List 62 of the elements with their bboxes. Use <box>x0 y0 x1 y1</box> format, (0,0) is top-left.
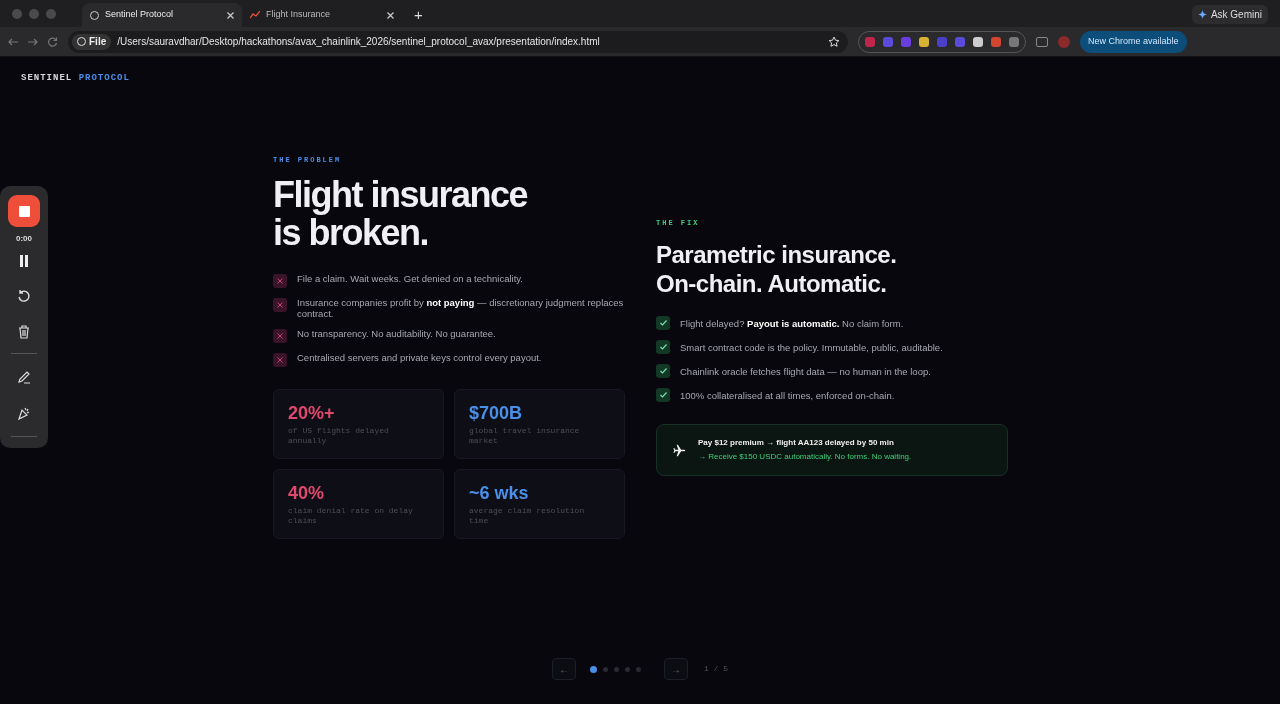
pause-icon[interactable] <box>19 255 29 267</box>
check-icon <box>656 364 670 379</box>
new-tab-button[interactable]: + <box>408 3 429 27</box>
list-text: Insurance companies profit by not paying — discretionary judgment replaces contract. <box>297 296 625 319</box>
back-icon[interactable] <box>8 37 18 46</box>
next-slide-button[interactable]: → <box>664 658 688 680</box>
recording-time: 0:00 <box>16 233 32 245</box>
url-text: /Users/sauravdhar/Desktop/hackathons/avax_chainlink_2026/sentinel_protocol_avax/presentation/index.html <box>117 35 601 49</box>
airplane-icon <box>673 443 686 457</box>
restart-icon[interactable] <box>17 289 31 303</box>
ask-gemini-button[interactable]: Ask Gemini <box>1191 5 1268 24</box>
update-button[interactable]: New Chrome available <box>1080 30 1187 53</box>
list-text: Centralised servers and private keys control every payout. <box>297 351 542 363</box>
check-icon <box>656 316 670 331</box>
window-control[interactable] <box>12 8 22 19</box>
previous-slide-button[interactable]: ← <box>552 658 576 680</box>
browser-tab[interactable]: Flight Insurance <box>242 3 402 27</box>
stat-value: 20%+ <box>288 402 335 423</box>
stat-value: ~6 wks <box>469 482 529 503</box>
check-icon <box>656 340 670 355</box>
list-text: Smart contract code is the policy. Immutable, public, auditable. <box>680 341 943 353</box>
example-text: Pay $12 premium → flight AA123 delayed by 50 min <box>698 437 895 450</box>
tab-title: Flight Insurance <box>266 8 332 22</box>
check-icon <box>656 388 670 403</box>
stop-button[interactable] <box>8 195 40 227</box>
cross-icon <box>273 273 287 288</box>
bookmark-star-icon[interactable] <box>828 35 840 48</box>
close-tab-icon[interactable] <box>227 11 234 19</box>
stat-value: 40% <box>288 482 325 503</box>
site-info-badge[interactable]: File <box>72 33 112 50</box>
extension-icon[interactable] <box>973 36 983 47</box>
list-text: No transparency. No auditability. No guarantee. <box>297 327 496 339</box>
slide-title: Flight insurance is broken. <box>273 175 529 252</box>
party-popper-icon[interactable] <box>17 406 31 420</box>
slide-title: Parametric insurance. On-chain. Automatic. <box>656 240 898 299</box>
tab-title: Sentinel Protocol <box>105 8 175 22</box>
slide-counter: 1 / 5 <box>704 663 728 675</box>
reload-icon[interactable] <box>48 36 58 47</box>
pen-icon[interactable] <box>17 370 31 384</box>
profile-icon[interactable] <box>1058 35 1070 48</box>
list-text: File a claim. Wait weeks. Get denied on a technicality. <box>297 272 523 284</box>
brand-name: SENTINEL <box>21 73 73 83</box>
cross-icon <box>273 297 287 312</box>
list-text: 100% collateralised at all times, enforced on-chain. <box>680 389 895 401</box>
extension-icon[interactable] <box>919 36 929 47</box>
window-control[interactable] <box>46 8 56 19</box>
close-tab-icon[interactable] <box>387 11 394 19</box>
forward-icon[interactable] <box>28 37 38 46</box>
window-control[interactable] <box>29 8 39 19</box>
list-text: Flight delayed? Payout is automatic. No claim form. <box>680 317 904 329</box>
sparkle-icon <box>1197 10 1207 19</box>
brand-name: PROTOCOL <box>78 73 130 83</box>
trend-chart-icon <box>250 11 260 19</box>
browser-tab[interactable]: Sentinel Protocol <box>82 3 242 27</box>
example-result: → Receive $150 USDC automatically. No forms. No waiting. <box>698 451 912 464</box>
cross-icon <box>273 352 287 367</box>
cross-icon <box>273 328 287 343</box>
list-text: Chainlink oracle fetches flight data — no human in the loop. <box>680 365 931 377</box>
address-bar[interactable]: File /Users/sauravdhar/Desktop/hackathons/avax_chainlink_2026/sentinel_protocol_avax/presentation/index.html <box>68 30 848 53</box>
tab-search-icon[interactable] <box>1036 36 1048 47</box>
stat-value: $700B <box>469 402 523 423</box>
trash-icon[interactable] <box>18 325 30 339</box>
